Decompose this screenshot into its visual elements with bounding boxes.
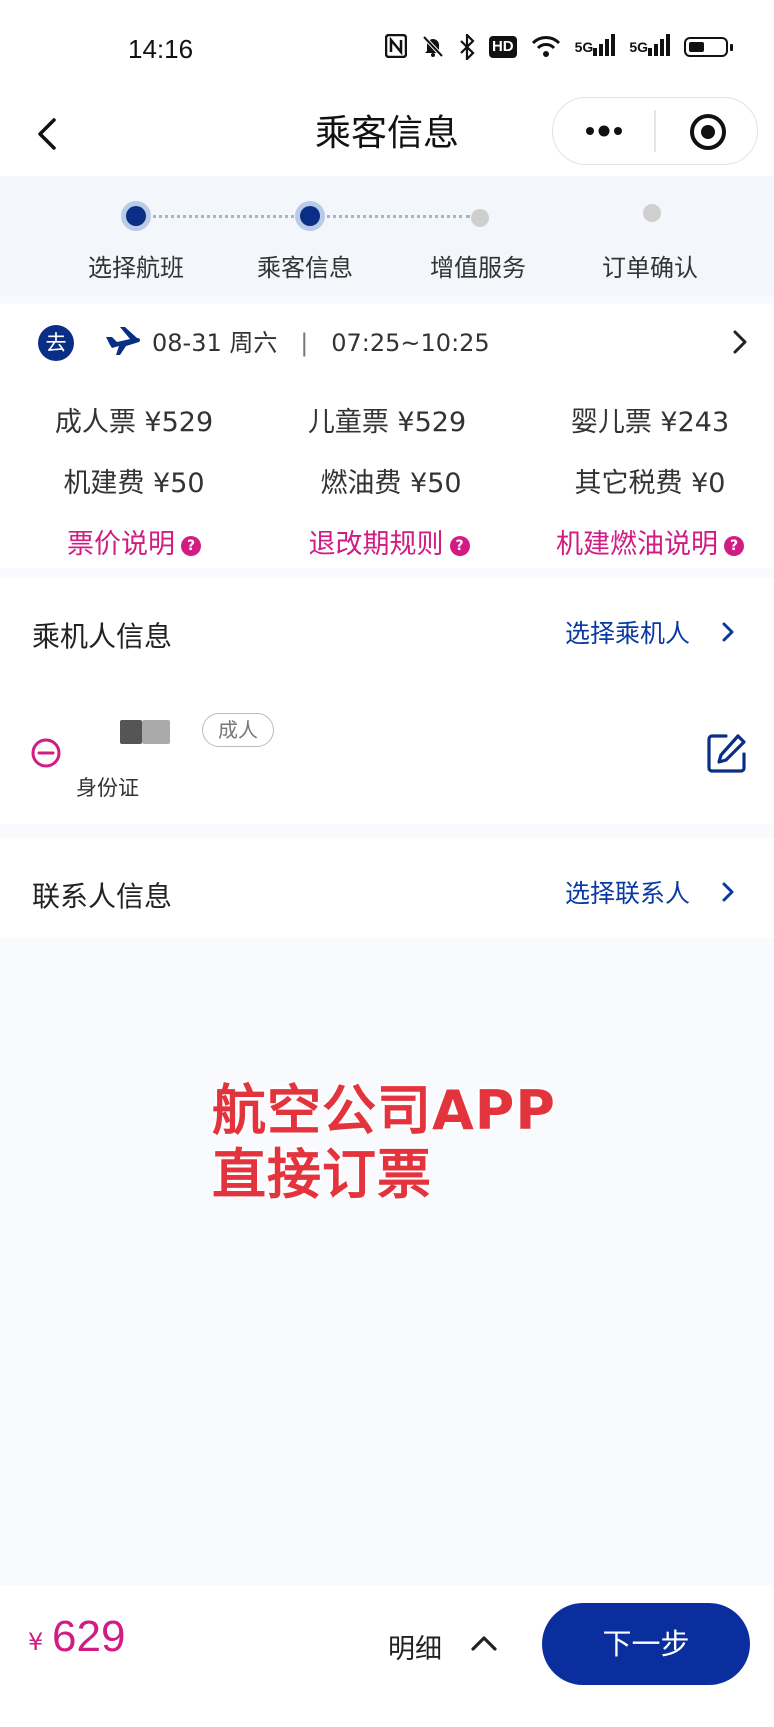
next-step-button[interactable]: 下一步	[542, 1603, 750, 1685]
target-icon	[690, 114, 726, 150]
fare-explanation-label: 票价说明	[67, 529, 175, 560]
mute-icon	[421, 34, 445, 60]
flight-separator: |	[300, 329, 309, 357]
capsule-divider	[654, 110, 656, 152]
help-icon: ?	[181, 535, 201, 556]
select-passenger-label: 选择乘机人	[565, 619, 691, 648]
step-label-select-flight: 选择航班	[88, 254, 184, 282]
step-connector	[320, 215, 470, 218]
more-button[interactable]	[580, 118, 628, 144]
currency-symbol: ¥	[28, 1628, 44, 1656]
battery-body	[684, 37, 733, 57]
flight-date: 08-31	[152, 329, 222, 357]
fare-explanation-link[interactable]: 票价说明?	[5, 522, 263, 561]
select-contact-label: 选择联系人	[565, 879, 691, 908]
step-connector	[146, 215, 294, 218]
status-time: 14:16	[128, 34, 194, 64]
chevron-up-icon[interactable]	[468, 1630, 500, 1656]
wifi-icon	[531, 34, 561, 60]
step-dot-todo	[471, 209, 489, 227]
chevron-right-icon	[722, 622, 734, 642]
passenger-id-type: 身份证	[76, 776, 139, 800]
step-dot-done	[126, 206, 146, 226]
battery-icon	[684, 34, 733, 60]
edit-passenger-button[interactable]	[706, 732, 748, 774]
step-dot-current	[300, 206, 320, 226]
fee-explanation-link[interactable]: 机建燃油说明?	[521, 522, 774, 561]
chevron-right-icon	[722, 882, 734, 902]
nfc-icon	[384, 33, 408, 60]
chevron-right-icon	[730, 326, 750, 358]
price-adult: 成人票 ¥529	[54, 407, 214, 438]
status-icons: HD 5G 5G	[384, 32, 733, 62]
fee-other-tax: 其它税费 ¥0	[574, 468, 726, 499]
flight-time: 07:25~10:25	[331, 329, 490, 357]
select-contact-button[interactable]: 选择联系人	[565, 874, 736, 910]
refund-rules-link[interactable]: 退改期规则?	[260, 522, 518, 561]
redacted-name	[142, 720, 170, 744]
battery-level	[689, 42, 704, 52]
price-child: 儿童票 ¥529	[307, 407, 467, 438]
help-icon: ?	[449, 535, 470, 556]
select-passenger-button[interactable]: 选择乘机人	[565, 614, 736, 650]
direction-badge: 去	[38, 325, 74, 361]
fee-fuel: 燃油费 ¥50	[320, 468, 462, 499]
flight-info: 08-31 周六 | 07:25~10:25	[152, 326, 490, 360]
help-icon: ?	[724, 535, 744, 556]
hd-icon: HD	[488, 36, 517, 58]
fee-airport: 机建费 ¥50	[63, 468, 205, 499]
step-label-confirm: 订单确认	[602, 254, 698, 282]
network-label: 5G	[629, 39, 648, 55]
minus-circle-icon	[31, 738, 61, 768]
edit-icon	[707, 734, 746, 773]
bluetooth-icon	[459, 32, 475, 62]
step-label-passenger: 乘客信息	[257, 254, 353, 282]
contact-section-title: 联系人信息	[32, 880, 173, 913]
close-miniprogram-button[interactable]	[688, 112, 728, 152]
remove-passenger-button[interactable]	[30, 737, 62, 769]
flight-weekday: 周六	[229, 329, 278, 357]
network-label: 5G	[574, 39, 594, 55]
more-dots-icon	[586, 125, 622, 137]
step-label-services: 增值服务	[430, 254, 526, 282]
watermark-line2: 直接订票	[212, 1143, 432, 1206]
step-dot-todo	[643, 204, 661, 222]
5g-signal-icon: 5G	[629, 34, 670, 60]
passenger-section-title: 乘机人信息	[32, 620, 173, 653]
5g-signal-icon: 5G	[575, 34, 616, 60]
refund-rules-label: 退改期规则	[308, 529, 444, 560]
price-infant: 婴儿票 ¥243	[570, 407, 730, 438]
passenger-type-badge: 成人	[202, 713, 274, 747]
total-price: 629	[52, 1612, 126, 1661]
fee-explanation-label: 机建燃油说明	[556, 529, 718, 560]
price-detail-button[interactable]: 明细	[388, 1627, 442, 1666]
plane-icon	[104, 325, 142, 357]
redacted-name	[120, 720, 142, 744]
